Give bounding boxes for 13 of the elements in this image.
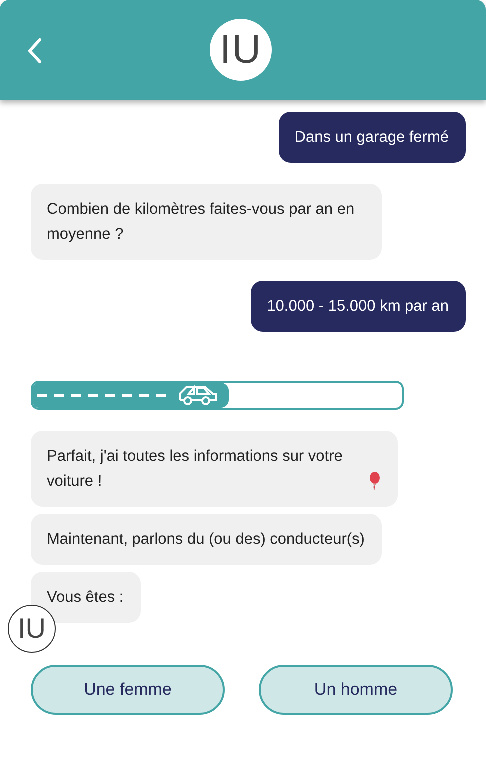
- logo: IU: [210, 19, 272, 81]
- message-text: 10.000 - 15.000 km par an: [267, 297, 449, 317]
- back-icon[interactable]: [27, 38, 43, 64]
- message-text: Combien de kilomètres faites-vous par an en moyenne ?: [47, 200, 356, 245]
- message-text: Parfait, j'ai toutes les informations sur votre voiture !: [47, 447, 344, 492]
- message-text: Dans un garage fermé: [294, 128, 449, 148]
- road-dashes-icon: [37, 394, 167, 398]
- message-text: Vous êtes :: [47, 588, 124, 608]
- message-text: Maintenant, parlons du (ou des) conducteur(s): [47, 530, 365, 550]
- car-icon: [177, 384, 219, 406]
- choice-button[interactable]: Une femme: [31, 665, 225, 715]
- choice-button[interactable]: Un homme: [259, 665, 453, 715]
- avatar-logo: IU: [8, 605, 56, 653]
